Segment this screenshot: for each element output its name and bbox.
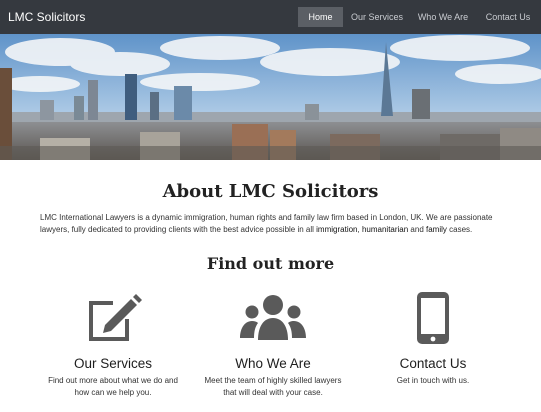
feature-title[interactable]: Contact Us bbox=[348, 356, 518, 372]
feature-contact-us[interactable]: Contact Us Get in touch with us. bbox=[348, 290, 518, 387]
users-icon[interactable] bbox=[188, 290, 358, 346]
hero-skyline-image bbox=[0, 34, 541, 160]
feature-our-services[interactable]: Our Services Find out more about what we… bbox=[28, 290, 198, 399]
feature-description: Get in touch with us. bbox=[348, 375, 518, 387]
mobile-icon[interactable] bbox=[348, 290, 518, 346]
nav-home[interactable]: Home bbox=[298, 7, 343, 27]
feature-desc-line: Find out more about what we do and bbox=[48, 376, 178, 385]
feature-desc-line: how can we help you. bbox=[74, 388, 152, 397]
about-paragraph: LMC International Lawyers is a dynamic i… bbox=[40, 212, 501, 236]
keyword-immigration: immigration bbox=[316, 225, 358, 234]
about-separator: and bbox=[408, 225, 426, 234]
nav-our-services[interactable]: Our Services bbox=[349, 7, 405, 27]
feature-who-we-are[interactable]: Who We Are Meet the team of highly skill… bbox=[188, 290, 358, 399]
about-text-end: cases. bbox=[446, 225, 473, 234]
keyword-family: family bbox=[426, 225, 447, 234]
keyword-humanitarian: humanitarian bbox=[361, 225, 409, 234]
navbar: LMC Solicitors Home Our Services Who We … bbox=[0, 0, 541, 34]
feature-description: Meet the team of highly skilled lawyers … bbox=[188, 375, 358, 399]
feature-desc-line: that will deal with your case. bbox=[223, 388, 323, 397]
about-heading: About LMC Solicitors bbox=[162, 181, 379, 202]
edit-icon[interactable] bbox=[28, 290, 198, 346]
feature-title[interactable]: Our Services bbox=[28, 356, 198, 372]
nav-contact-us[interactable]: Contact Us bbox=[482, 7, 534, 27]
nav-who-we-are[interactable]: Who We Are bbox=[414, 7, 472, 27]
feature-desc-line: Get in touch with us. bbox=[396, 376, 470, 385]
feature-title[interactable]: Who We Are bbox=[188, 356, 358, 372]
feature-desc-line: Meet the team of highly skilled lawyers bbox=[204, 376, 342, 385]
feature-description: Find out more about what we do and how c… bbox=[28, 375, 198, 399]
find-out-more-heading: Find out more bbox=[206, 254, 335, 273]
brand-logo-text[interactable]: LMC Solicitors bbox=[8, 10, 85, 24]
